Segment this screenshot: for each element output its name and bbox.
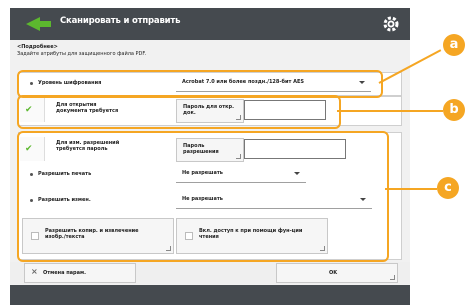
back-arrow-icon [26,17,51,31]
ok-button[interactable]: OK [276,263,398,283]
callout-frame-b [17,95,341,129]
back-button[interactable] [24,14,54,34]
cancel-settings-label: Отмена парам. [43,270,86,276]
title-bar: Сканировать и отправить [10,8,410,40]
gear-icon[interactable] [381,14,401,34]
callout-frame-a [17,70,383,98]
ok-label: OK [329,270,338,276]
callout-badge-a: a [443,34,465,56]
callout-frame-c [17,131,389,262]
section-heading: <Подробнее> [17,44,58,50]
close-icon: × [31,267,38,276]
callout-badge-b: b [443,99,465,121]
section-subtitle: Задайте атрибуты для защищенного файла P… [17,51,147,57]
page-title: Сканировать и отправить [60,16,181,26]
bottom-bar [10,285,410,305]
leader-line-c [385,188,437,190]
leader-line-b [337,110,443,112]
cancel-settings-button[interactable]: × Отмена парам. [24,263,136,283]
callout-badge-c: c [437,177,459,199]
corner-icon [390,275,395,280]
screen: Сканировать и отправить <Подробнее> Зада… [0,0,470,305]
